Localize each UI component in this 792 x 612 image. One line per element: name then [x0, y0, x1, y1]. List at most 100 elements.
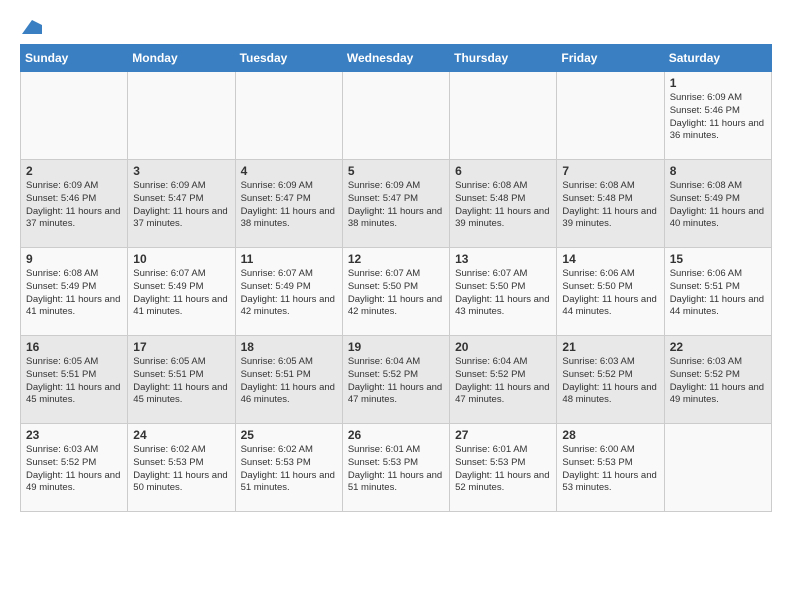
- calendar-cell: [21, 72, 128, 160]
- day-info: Sunrise: 6:06 AM Sunset: 5:50 PM Dayligh…: [562, 268, 658, 319]
- day-number: 9: [26, 252, 122, 266]
- calendar-cell: 24 Sunrise: 6:02 AM Sunset: 5:53 PM Dayli…: [128, 424, 235, 512]
- day-info: Sunrise: 6:05 AM Sunset: 5:51 PM Dayligh…: [241, 356, 337, 407]
- calendar-cell: 1Sunrise: 6:09 AM Sunset: 5:46 PM Daylig…: [664, 72, 771, 160]
- day-header-sunday: Sunday: [21, 45, 128, 72]
- calendar-cell: 8 Sunrise: 6:08 AM Sunset: 5:49 PM Daylig…: [664, 160, 771, 248]
- calendar-week-0: 1Sunrise: 6:09 AM Sunset: 5:46 PM Daylig…: [21, 72, 772, 160]
- day-header-friday: Friday: [557, 45, 664, 72]
- day-number: 24: [133, 428, 229, 442]
- calendar-cell: 25 Sunrise: 6:02 AM Sunset: 5:53 PM Dayli…: [235, 424, 342, 512]
- day-info: Sunrise: 6:07 AM Sunset: 5:50 PM Dayligh…: [348, 268, 444, 319]
- calendar-cell: 17 Sunrise: 6:05 AM Sunset: 5:51 PM Dayli…: [128, 336, 235, 424]
- day-number: 12: [348, 252, 444, 266]
- calendar-cell: 6Sunrise: 6:08 AM Sunset: 5:48 PM Daylig…: [450, 160, 557, 248]
- day-info: Sunrise: 6:00 AM Sunset: 5:53 PM Dayligh…: [562, 444, 658, 495]
- day-info: Sunrise: 6:09 AM Sunset: 5:46 PM Dayligh…: [26, 180, 122, 231]
- day-info: Sunrise: 6:02 AM Sunset: 5:53 PM Dayligh…: [241, 444, 337, 495]
- day-number: 20: [455, 340, 551, 354]
- day-info: Sunrise: 6:02 AM Sunset: 5:53 PM Dayligh…: [133, 444, 229, 495]
- day-number: 2: [26, 164, 122, 178]
- day-info: Sunrise: 6:01 AM Sunset: 5:53 PM Dayligh…: [348, 444, 444, 495]
- calendar-cell: 9 Sunrise: 6:08 AM Sunset: 5:49 PM Daylig…: [21, 248, 128, 336]
- calendar-cell: 18 Sunrise: 6:05 AM Sunset: 5:51 PM Dayli…: [235, 336, 342, 424]
- day-info: Sunrise: 6:07 AM Sunset: 5:49 PM Dayligh…: [133, 268, 229, 319]
- calendar-cell: [128, 72, 235, 160]
- day-number: 3: [133, 164, 229, 178]
- calendar-cell: 19 Sunrise: 6:04 AM Sunset: 5:52 PM Dayli…: [342, 336, 449, 424]
- calendar-cell: 27 Sunrise: 6:01 AM Sunset: 5:53 PM Dayli…: [450, 424, 557, 512]
- day-number: 19: [348, 340, 444, 354]
- day-number: 26: [348, 428, 444, 442]
- calendar-cell: 26 Sunrise: 6:01 AM Sunset: 5:53 PM Dayli…: [342, 424, 449, 512]
- day-number: 10: [133, 252, 229, 266]
- day-header-thursday: Thursday: [450, 45, 557, 72]
- day-number: 6: [455, 164, 551, 178]
- day-number: 11: [241, 252, 337, 266]
- day-number: 13: [455, 252, 551, 266]
- day-number: 1: [670, 76, 766, 90]
- day-info: Sunrise: 6:05 AM Sunset: 5:51 PM Dayligh…: [133, 356, 229, 407]
- day-number: 22: [670, 340, 766, 354]
- calendar-cell: 21 Sunrise: 6:03 AM Sunset: 5:52 PM Dayli…: [557, 336, 664, 424]
- calendar-cell: 2 Sunrise: 6:09 AM Sunset: 5:46 PM Daylig…: [21, 160, 128, 248]
- day-info: Sunrise: 6:05 AM Sunset: 5:51 PM Dayligh…: [26, 356, 122, 407]
- day-info: Sunrise: 6:08 AM Sunset: 5:49 PM Dayligh…: [670, 180, 766, 231]
- day-info: Sunrise: 6:09 AM Sunset: 5:47 PM Dayligh…: [133, 180, 229, 231]
- calendar-cell: 15 Sunrise: 6:06 AM Sunset: 5:51 PM Dayli…: [664, 248, 771, 336]
- day-info: Sunrise: 6:07 AM Sunset: 5:49 PM Dayligh…: [241, 268, 337, 319]
- day-info: Sunrise: 6:01 AM Sunset: 5:53 PM Dayligh…: [455, 444, 551, 495]
- calendar-week-1: 2 Sunrise: 6:09 AM Sunset: 5:46 PM Daylig…: [21, 160, 772, 248]
- day-info: Sunrise: 6:08 AM Sunset: 5:48 PM Dayligh…: [562, 180, 658, 231]
- day-number: 4: [241, 164, 337, 178]
- calendar-cell: [235, 72, 342, 160]
- day-info: Sunrise: 6:03 AM Sunset: 5:52 PM Dayligh…: [562, 356, 658, 407]
- calendar-week-4: 23 Sunrise: 6:03 AM Sunset: 5:52 PM Dayli…: [21, 424, 772, 512]
- calendar-cell: 23 Sunrise: 6:03 AM Sunset: 5:52 PM Dayli…: [21, 424, 128, 512]
- day-number: 27: [455, 428, 551, 442]
- day-number: 16: [26, 340, 122, 354]
- day-info: Sunrise: 6:06 AM Sunset: 5:51 PM Dayligh…: [670, 268, 766, 319]
- calendar-cell: 3 Sunrise: 6:09 AM Sunset: 5:47 PM Daylig…: [128, 160, 235, 248]
- day-info: Sunrise: 6:03 AM Sunset: 5:52 PM Dayligh…: [670, 356, 766, 407]
- day-info: Sunrise: 6:04 AM Sunset: 5:52 PM Dayligh…: [455, 356, 551, 407]
- calendar-header-row: SundayMondayTuesdayWednesdayThursdayFrid…: [21, 45, 772, 72]
- calendar-cell: [664, 424, 771, 512]
- day-header-monday: Monday: [128, 45, 235, 72]
- day-number: 17: [133, 340, 229, 354]
- calendar-cell: 16 Sunrise: 6:05 AM Sunset: 5:51 PM Dayli…: [21, 336, 128, 424]
- calendar-cell: 13Sunrise: 6:07 AM Sunset: 5:50 PM Dayli…: [450, 248, 557, 336]
- day-info: Sunrise: 6:08 AM Sunset: 5:49 PM Dayligh…: [26, 268, 122, 319]
- calendar-cell: 14Sunrise: 6:06 AM Sunset: 5:50 PM Dayli…: [557, 248, 664, 336]
- calendar-cell: [557, 72, 664, 160]
- calendar-cell: [342, 72, 449, 160]
- day-header-saturday: Saturday: [664, 45, 771, 72]
- day-number: 15: [670, 252, 766, 266]
- day-number: 21: [562, 340, 658, 354]
- calendar-cell: 11 Sunrise: 6:07 AM Sunset: 5:49 PM Dayli…: [235, 248, 342, 336]
- calendar-cell: 10 Sunrise: 6:07 AM Sunset: 5:49 PM Dayli…: [128, 248, 235, 336]
- calendar-cell: [450, 72, 557, 160]
- day-number: 25: [241, 428, 337, 442]
- calendar-cell: 20 Sunrise: 6:04 AM Sunset: 5:52 PM Dayli…: [450, 336, 557, 424]
- calendar-cell: 5Sunrise: 6:09 AM Sunset: 5:47 PM Daylig…: [342, 160, 449, 248]
- calendar-cell: 28 Sunrise: 6:00 AM Sunset: 5:53 PM Dayli…: [557, 424, 664, 512]
- calendar-cell: 22 Sunrise: 6:03 AM Sunset: 5:52 PM Dayli…: [664, 336, 771, 424]
- calendar-table: SundayMondayTuesdayWednesdayThursdayFrid…: [20, 44, 772, 512]
- day-number: 23: [26, 428, 122, 442]
- day-number: 18: [241, 340, 337, 354]
- page-header: [20, 20, 772, 34]
- day-info: Sunrise: 6:09 AM Sunset: 5:47 PM Dayligh…: [241, 180, 337, 231]
- calendar-cell: 12 Sunrise: 6:07 AM Sunset: 5:50 PM Dayli…: [342, 248, 449, 336]
- calendar-body: 1 Sunrise: 6:09 AM Sunset: 5:46 PM Daylig…: [21, 72, 772, 512]
- calendar-week-3: 16 Sunrise: 6:05 AM Sunset: 5:51 PM Dayli…: [21, 336, 772, 424]
- logo: [20, 20, 42, 34]
- day-number: 28: [562, 428, 658, 442]
- logo-icon: [22, 20, 42, 34]
- day-number: 7: [562, 164, 658, 178]
- calendar-cell: 4 Sunrise: 6:09 AM Sunset: 5:47 PM Daylig…: [235, 160, 342, 248]
- day-number: 8: [670, 164, 766, 178]
- day-info: Sunrise: 6:03 AM Sunset: 5:52 PM Dayligh…: [26, 444, 122, 495]
- day-info: Sunrise: 6:04 AM Sunset: 5:52 PM Dayligh…: [348, 356, 444, 407]
- day-header-wednesday: Wednesday: [342, 45, 449, 72]
